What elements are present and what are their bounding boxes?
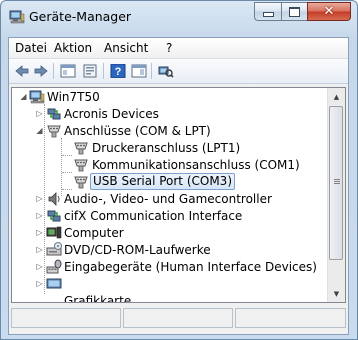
menu-bar: Datei Aktion Ansicht ? [9,38,348,59]
grip-line [334,183,340,184]
menu-datei[interactable]: Datei [15,41,47,55]
tree-root-row[interactable]: ◢ Win7T50 [12,88,328,105]
tree-item-label: Eingabegeräte (Human Interface Devices) [64,260,317,274]
minimize-button[interactable] [254,2,281,21]
port-icon [73,174,89,190]
help-button[interactable]: ? [109,62,127,80]
show-action-pane-icon [131,64,147,78]
tree-item-label: Computer [64,226,124,240]
help-icon: ? [110,64,126,78]
collapse-arrow-icon[interactable]: ◢ [35,126,44,135]
tree-item-audio[interactable]: ▷ Audio-, Video- und Gamecontroller [12,190,328,207]
maximize-button[interactable] [281,2,307,21]
port-icon [73,140,89,156]
grip-line [334,179,340,180]
client-area: Datei Aktion Ansicht ? ? ◢ Win7T50 ▷ Acr… [8,37,349,335]
computer-icon [46,225,62,241]
scan-hardware-icon [158,66,174,78]
port-icon [46,123,62,139]
back-button[interactable] [13,62,31,80]
tree-item-label: cifX Communication Interface [64,209,243,223]
device-tree[interactable]: ◢ Win7T50 ▷ Acronis Devices ◢ Anschlüsse… [11,87,346,303]
minimize-icon [262,12,274,17]
speaker-icon [46,191,62,207]
tree-item-computer[interactable]: ▷ Computer [12,224,328,241]
caption-buttons: ✕ [254,2,351,21]
status-pane [235,308,346,328]
menu-help[interactable]: ? [166,41,172,55]
tree-item-kommunikationsanschluss[interactable]: Kommunikationsanschluss (COM1) [12,156,328,173]
toolbar-separator [53,63,54,79]
tree-item-dvd[interactable]: ▷ DVD/CD-ROM-Laufwerke [12,241,328,258]
expand-arrow-icon[interactable]: ▷ [35,262,44,271]
grip-line [334,181,340,182]
menu-ansicht[interactable]: Ansicht [104,41,148,55]
tree-item-cifx[interactable]: ▷ cifX Communication Interface [12,207,328,224]
computer-icon [29,89,45,105]
tree-item-eingabegeraete[interactable]: ▷ Eingabegeräte (Human Interface Devices… [12,258,328,275]
tree-item-grafikkarte[interactable]: ▷ Grafikkarte [12,275,328,302]
tree-item-label-selected: USB Serial Port (COM3) [90,173,235,190]
toolbar: ? [9,59,348,84]
tree-item-label: Acronis Devices [64,107,159,121]
show-action-pane-button[interactable] [130,62,148,80]
close-button[interactable]: ✕ [307,2,351,21]
show-hide-console-tree-button[interactable] [59,62,77,80]
collapse-arrow-icon[interactable]: ◢ [19,92,28,101]
window-title: Geräte-Manager [29,9,132,24]
tree-item-druckeranschluss[interactable]: Druckeranschluss (LPT1) [12,139,328,156]
tree-item-label: DVD/CD-ROM-Laufwerke [64,243,211,257]
properties-icon [83,64,97,78]
maximize-icon [289,6,300,17]
expand-arrow-icon[interactable]: ▷ [35,194,44,203]
forward-icon [34,65,48,77]
show-hide-console-tree-icon [60,64,76,78]
network-adapter-icon [46,208,62,224]
expand-arrow-icon[interactable]: ▷ [35,245,44,254]
vertical-scrollbar[interactable]: ▲ ▼ [327,88,345,302]
display-adapter-icon [46,276,62,292]
status-pane [11,308,121,328]
tree-item-label: Audio-, Video- und Gamecontroller [64,192,272,206]
device-manager-window: Geräte-Manager ✕ Datei Aktion Ansicht ? [0,0,358,340]
menu-aktion[interactable]: Aktion [54,41,92,55]
expand-arrow-icon[interactable]: ▷ [35,279,44,288]
toolbar-separator [103,63,104,79]
properties-button[interactable] [81,62,99,80]
tree-root-label: Win7T50 [47,90,100,104]
hid-icon [46,259,62,275]
tree-item-label: Kommunikationsanschluss (COM1) [92,158,300,172]
back-icon [15,65,29,77]
scroll-down-icon[interactable]: ▼ [328,285,345,302]
tree-item-label: Grafikkarte [64,294,132,303]
tree-item-label: Anschlüsse (COM & LPT) [64,124,211,138]
expand-arrow-icon[interactable]: ▷ [35,211,44,220]
dvd-drive-icon [46,242,62,258]
device-manager-icon [9,10,25,24]
network-adapter-icon [46,106,62,122]
tree-item-usb-serial-port[interactable]: USB Serial Port (COM3) [12,173,328,190]
expand-arrow-icon[interactable]: ▷ [35,109,44,118]
toolbar-separator [151,63,152,79]
scan-hardware-button[interactable] [157,62,175,80]
forward-button[interactable] [32,62,50,80]
tree-item-acronis-devices[interactable]: ▷ Acronis Devices [12,105,328,122]
scroll-up-icon[interactable]: ▲ [328,88,345,105]
expand-arrow-icon[interactable]: ▷ [35,228,44,237]
status-pane [123,308,233,328]
tree-item-anschluesse[interactable]: ◢ Anschlüsse (COM & LPT) [12,122,328,139]
scrollbar-thumb[interactable] [329,106,343,260]
port-icon [73,157,89,173]
title-bar[interactable]: Geräte-Manager ✕ [1,1,357,33]
close-icon: ✕ [323,4,335,19]
svg-text:?: ? [115,66,122,78]
status-bar [11,308,346,330]
tree-item-label: Druckeranschluss (LPT1) [92,141,241,155]
